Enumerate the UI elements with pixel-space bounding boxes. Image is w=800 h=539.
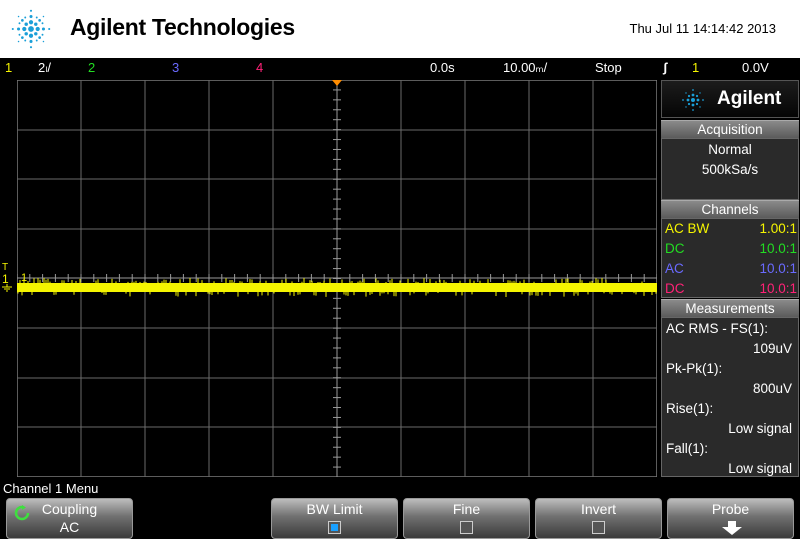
coupling-softkey[interactable]: Coupling AC — [6, 498, 133, 539]
ch1-label[interactable]: 1 — [5, 60, 12, 75]
acquisition-header[interactable]: Acquisition — [661, 120, 799, 138]
invert-softkey[interactable]: Invert — [535, 498, 662, 539]
measurement-3-value: Low signal — [728, 421, 792, 436]
channel-1-coupling: AC BW — [665, 221, 710, 236]
acquisition-section: Normal 500kSa/s — [661, 138, 799, 200]
down-arrow-icon — [722, 521, 742, 535]
bw-limit-checkbox[interactable] — [327, 521, 341, 534]
header-bar: Agilent Technologies Thu Jul 11 14:14:42… — [0, 0, 800, 58]
channel-3-row[interactable]: AC 10.0:1 — [665, 259, 797, 279]
channel-1-probe: 1.00:1 — [759, 221, 797, 236]
ground-symbol-icon — [2, 284, 12, 292]
agilent-spark-small-icon — [682, 89, 704, 111]
agilent-spark-logo-icon — [11, 9, 51, 49]
channels-header[interactable]: Channels — [661, 200, 799, 218]
ch3-label[interactable]: 3 — [172, 60, 179, 75]
channels-section: AC BW 1.00:1 DC 10.0:1 AC 10.0:1 DC 10.0… — [661, 218, 799, 298]
measurement-2-name: Pk-Pk(1): — [666, 361, 723, 376]
trigger-source[interactable]: 1 — [692, 60, 699, 75]
measurement-4-name: Fall(1): — [666, 441, 709, 456]
fine-softkey[interactable]: Fine — [403, 498, 530, 539]
channel-4-row[interactable]: DC 10.0:1 — [665, 279, 797, 299]
channel-2-probe: 10.0:1 — [759, 241, 797, 256]
fine-label: Fine — [452, 501, 481, 517]
ch2-label[interactable]: 2 — [88, 60, 95, 75]
channel-1-row[interactable]: AC BW 1.00:1 — [665, 219, 797, 239]
sample-rate: 500kSa/s — [701, 162, 759, 177]
ch1-scale[interactable]: 2ₗ/ — [38, 60, 51, 76]
probe-softkey[interactable]: Probe — [667, 498, 794, 539]
channel-4-probe: 10.0:1 — [759, 281, 797, 296]
measurement-3-name: Rise(1): — [666, 401, 714, 416]
time-scale[interactable]: 10.00ₘ/ — [503, 60, 547, 76]
invert-checkbox[interactable] — [591, 521, 605, 534]
ch1-trace-label: 1 — [21, 272, 28, 284]
trigger-edge-icon: ʃ — [663, 60, 668, 75]
measurements-header[interactable]: Measurements — [661, 299, 799, 317]
probe-label: Probe — [711, 501, 750, 517]
panel-logo-text: Agilent — [717, 88, 782, 109]
measurement-4-value: Low signal — [728, 461, 792, 476]
measurement-1-value: 109uV — [752, 341, 792, 356]
channel-4-coupling: DC — [665, 281, 685, 296]
coupling-value: AC — [59, 519, 80, 535]
coupling-label: Coupling — [41, 501, 98, 517]
measurement-1-name: AC RMS - FS(1): — [666, 321, 769, 336]
bw-limit-label: BW Limit — [306, 501, 363, 517]
acquisition-mode: Normal — [708, 142, 752, 157]
panel-logo: Agilent — [661, 80, 799, 118]
trigger-level[interactable]: 0.0V — [742, 60, 769, 75]
bw-limit-softkey[interactable]: BW Limit — [271, 498, 398, 539]
invert-label: Invert — [580, 501, 616, 517]
date-time: Thu Jul 11 14:14:42 2013 — [629, 21, 777, 36]
side-panel: Agilent Acquisition Normal 500kSa/s Chan… — [660, 80, 800, 477]
waveform-display[interactable] — [17, 80, 657, 477]
brand-name: Agilent Technologies — [70, 14, 295, 40]
menu-title: Channel 1 Menu — [3, 481, 99, 496]
channel-2-row[interactable]: DC 10.0:1 — [665, 239, 797, 259]
channel-2-coupling: DC — [665, 241, 685, 256]
status-bar: 1 2ₗ/ 2 3 4 0.0s 10.00ₘ/ Stop ʃ 1 0.0V — [0, 58, 800, 78]
ch4-label[interactable]: 4 — [256, 60, 263, 75]
channel-3-coupling: AC — [665, 261, 684, 276]
measurement-2-value: 800uV — [752, 381, 792, 396]
fine-checkbox[interactable] — [459, 521, 473, 534]
channel-3-probe: 10.0:1 — [759, 261, 797, 276]
measurements-section: AC RMS - FS(1): 109uV Pk-Pk(1): 800uV Ri… — [661, 317, 799, 477]
time-delay[interactable]: 0.0s — [430, 60, 455, 75]
run-state[interactable]: Stop — [595, 60, 622, 75]
